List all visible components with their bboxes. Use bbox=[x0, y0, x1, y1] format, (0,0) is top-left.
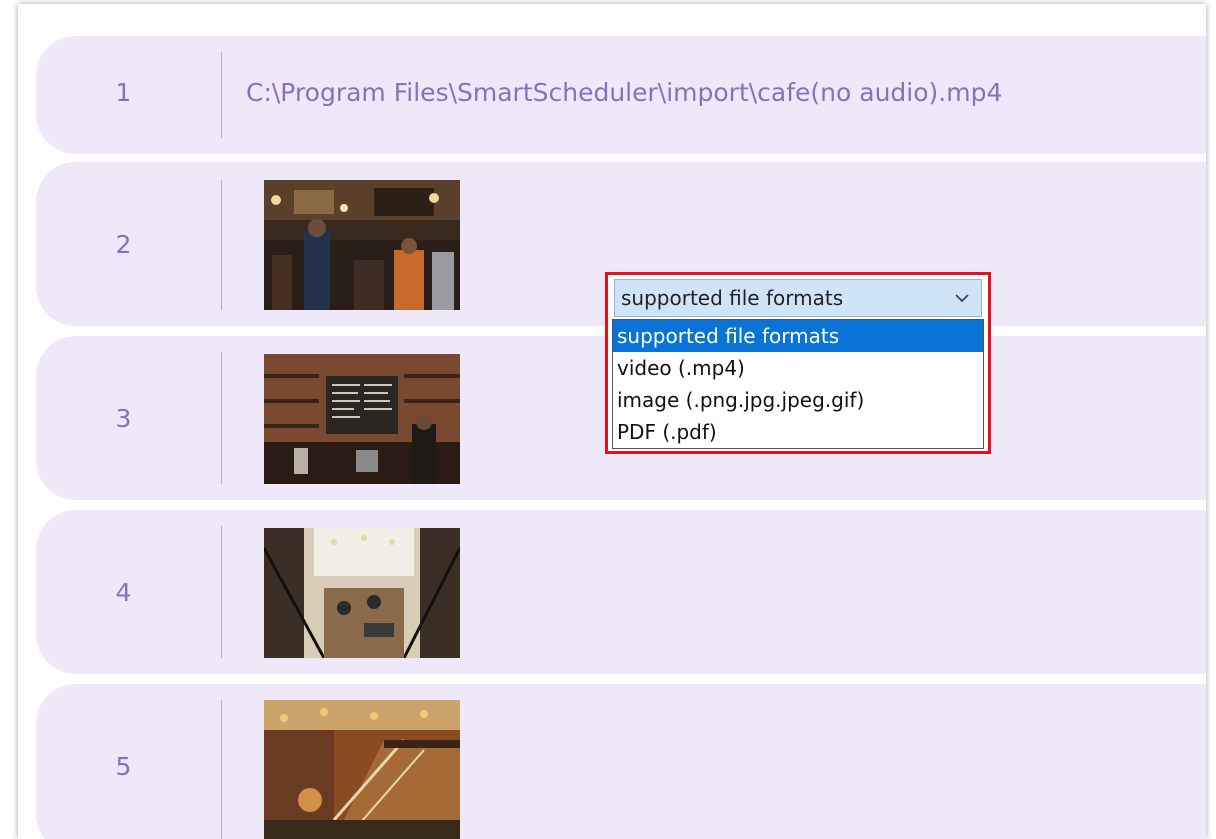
thumbnail-image bbox=[264, 528, 460, 658]
row-divider bbox=[221, 52, 222, 138]
row-divider bbox=[221, 180, 222, 310]
thumbnail-image bbox=[264, 180, 460, 310]
row-index: 1 bbox=[115, 78, 132, 107]
chevron-down-icon[interactable] bbox=[953, 289, 971, 307]
file-format-dropdown[interactable]: supported file formats supported file fo… bbox=[605, 272, 991, 454]
playlist-row[interactable]: 1 C:\Program Files\SmartScheduler\import… bbox=[36, 36, 1206, 154]
format-options-list: supported file formats video (.mp4) imag… bbox=[612, 319, 984, 449]
thumbnail-image bbox=[264, 700, 460, 839]
row-divider bbox=[221, 526, 222, 658]
thumbnail-image bbox=[264, 354, 460, 484]
format-option-supported[interactable]: supported file formats bbox=[613, 320, 983, 352]
row-index: 5 bbox=[115, 752, 132, 781]
playlist-row[interactable]: 5 bbox=[36, 684, 1206, 839]
row-divider bbox=[221, 352, 222, 484]
format-option-image[interactable]: image (.png.jpg.jpeg.gif) bbox=[613, 384, 983, 416]
file-path: C:\Program Files\SmartScheduler\import\c… bbox=[246, 78, 1003, 107]
row-index: 3 bbox=[115, 404, 132, 433]
playlist-row[interactable]: 4 bbox=[36, 510, 1206, 674]
format-option-pdf[interactable]: PDF (.pdf) bbox=[613, 416, 983, 448]
format-option-video[interactable]: video (.mp4) bbox=[613, 352, 983, 384]
row-index: 2 bbox=[115, 230, 132, 259]
format-select[interactable]: supported file formats bbox=[614, 279, 982, 317]
format-select-value: supported file formats bbox=[621, 286, 844, 310]
row-divider bbox=[221, 700, 222, 839]
row-index: 4 bbox=[115, 578, 132, 607]
